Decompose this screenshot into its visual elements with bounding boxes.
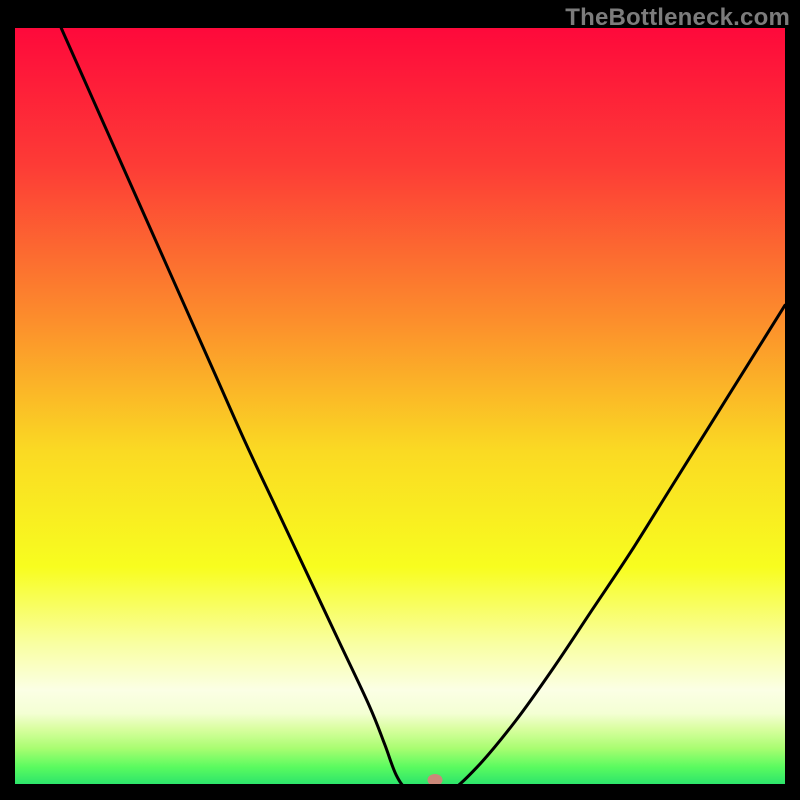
plot-area	[15, 28, 785, 784]
watermark-text: TheBottleneck.com	[565, 4, 790, 32]
bottleneck-curve	[15, 28, 785, 784]
chart-frame: TheBottleneck.com	[0, 0, 800, 800]
optimal-point-marker	[427, 774, 442, 784]
